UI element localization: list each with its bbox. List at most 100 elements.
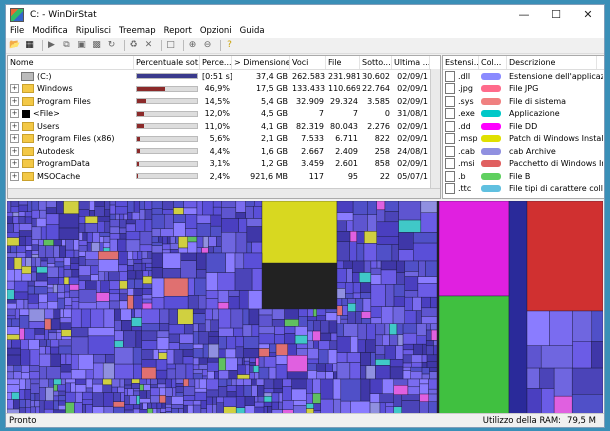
- refresh-all-icon[interactable]: ▦: [24, 40, 35, 51]
- menu-opzioni[interactable]: Opzioni: [196, 26, 236, 36]
- expand-icon[interactable]: +: [10, 109, 19, 119]
- ext-color-swatch: [481, 97, 501, 105]
- tree-row[interactable]: + MSOCache 2,4% 921,6 MB 117 95 22 05/07/1: [8, 170, 440, 183]
- ext-name: .cab: [458, 146, 475, 156]
- explorer-here-icon[interactable]: ▣: [76, 40, 87, 51]
- row-subdirs: 2.276: [367, 121, 390, 131]
- ext-row[interactable]: .sys File di sistema: [443, 95, 604, 108]
- row-name: Users: [37, 121, 60, 131]
- col-subtree-percent[interactable]: Percentuale sot...: [134, 56, 200, 69]
- tree-row[interactable]: (C:) [0:51 s] 37,4 GB 262.583 231.981 30.602 0…: [8, 70, 440, 83]
- col-size[interactable]: > Dimensione: [232, 56, 290, 69]
- zoom-in-icon[interactable]: ⊕: [187, 40, 198, 51]
- col-subdirs[interactable]: Sotto...: [360, 56, 392, 69]
- copy-path-icon[interactable]: ⧉: [61, 40, 72, 51]
- minimize-button[interactable]: —: [508, 5, 540, 24]
- properties-icon[interactable]: □: [165, 40, 176, 51]
- col-color[interactable]: Col...: [479, 56, 507, 69]
- ext-row[interactable]: .dll Estensione dell'applicazio: [443, 70, 604, 83]
- subtree-percent-bar: [136, 85, 198, 92]
- row-size: 2,1 GB: [261, 134, 288, 144]
- treemap-view[interactable]: [7, 201, 603, 414]
- col-name[interactable]: Nome: [8, 56, 134, 69]
- tree-row[interactable]: + ProgramData 3,1% 1,2 GB 3.459 2.601 858 02/09…: [8, 158, 440, 171]
- menu-guida[interactable]: Guida: [236, 26, 269, 36]
- expand-icon[interactable]: +: [10, 159, 19, 169]
- tree-vertical-scrollbar[interactable]: [430, 69, 440, 189]
- file-type-icon: [445, 70, 455, 82]
- tree-row[interactable]: + <File> 12,0% 4,5 GB 7 7 0 31/08/1: [8, 108, 440, 121]
- tree-row[interactable]: + Program Files 14,5% 5,4 GB 32.909 29.324 3.5…: [8, 95, 440, 108]
- menu-ripulisci[interactable]: Ripulisci: [72, 26, 115, 36]
- menu-modifica[interactable]: Modifica: [28, 26, 72, 36]
- extension-list[interactable]: Estensi... Col... Descrizione .dll Estens…: [442, 55, 604, 199]
- row-size: 17,5 GB: [255, 84, 288, 94]
- ext-row[interactable]: .dd File DD: [443, 120, 604, 133]
- open-icon[interactable]: 📂: [9, 40, 20, 51]
- close-button[interactable]: ✕: [572, 5, 604, 24]
- col-files[interactable]: File: [326, 56, 360, 69]
- row-last-change: 02/09/1: [397, 71, 428, 81]
- ext-description: Estensione dell'applicazio: [509, 71, 603, 81]
- ext-row[interactable]: .jpg File JPG: [443, 83, 604, 96]
- refresh-selected-icon[interactable]: ↻: [106, 40, 117, 51]
- col-items[interactable]: Voci: [290, 56, 326, 69]
- tree-row[interactable]: + Program Files (x86) 5,6% 2,1 GB 7.533 6.711…: [8, 133, 440, 146]
- ext-color-swatch: [481, 185, 501, 193]
- menu-file[interactable]: File: [6, 26, 28, 36]
- command-prompt-icon[interactable]: ▩: [91, 40, 102, 51]
- expand-icon[interactable]: +: [10, 171, 19, 181]
- row-size: 4,5 GB: [261, 109, 288, 119]
- ext-row[interactable]: .msi Pacchetto di Windows In: [443, 158, 604, 171]
- ext-row[interactable]: .b File B: [443, 170, 604, 183]
- folder-icon: [22, 121, 34, 131]
- tree-horizontal-scrollbar[interactable]: [8, 188, 440, 198]
- drive-icon: [21, 71, 34, 81]
- delete-icon[interactable]: ✕: [143, 40, 154, 51]
- folder-icon: [22, 146, 34, 156]
- row-size: 1,2 GB: [261, 159, 288, 169]
- ext-row[interactable]: .cab cab Archive: [443, 145, 604, 158]
- ext-color-swatch: [481, 135, 501, 143]
- treemap-canvas[interactable]: [7, 201, 603, 414]
- col-description[interactable]: Descrizione: [507, 56, 597, 69]
- expand-icon[interactable]: +: [10, 96, 19, 106]
- tree-row[interactable]: + Users 11,0% 4,1 GB 82.319 80.043 2.276 02/09/…: [8, 120, 440, 133]
- expand-icon[interactable]: +: [10, 84, 19, 94]
- tree-row[interactable]: + Autodesk 4,4% 1,6 GB 2.667 2.409 258 24/08/1: [8, 145, 440, 158]
- row-percent: [0:51 s]: [202, 71, 232, 81]
- menu-treemap[interactable]: Treemap: [115, 26, 160, 36]
- ext-header: Estensi... Col... Descrizione: [443, 56, 604, 70]
- ext-row[interactable]: .msp Patch di Windows Installe: [443, 133, 604, 146]
- row-name: ProgramData: [37, 159, 90, 169]
- toolbar-separator: [183, 40, 184, 51]
- directory-tree[interactable]: Nome Percentuale sot... Perce... > Dimen…: [7, 55, 441, 199]
- expand-icon[interactable]: +: [10, 146, 19, 156]
- col-last-change[interactable]: Ultima ...: [392, 56, 430, 69]
- maximize-button[interactable]: ☐: [540, 5, 572, 24]
- ext-row[interactable]: .exe Applicazione: [443, 108, 604, 121]
- row-files: 2.409: [335, 146, 358, 156]
- row-name: Program Files: [37, 96, 91, 106]
- tree-row[interactable]: + Windows 46,9% 17,5 GB 133.433 110.669 22.764…: [8, 83, 440, 96]
- row-files: 231.981: [328, 71, 360, 81]
- col-percent[interactable]: Perce...: [200, 56, 232, 69]
- row-items: 32.909: [296, 96, 324, 106]
- row-subdirs: 22.764: [362, 84, 390, 94]
- ext-description: File JPG: [509, 84, 539, 94]
- title-bar: C: - WinDirStat — ☐ ✕: [6, 5, 604, 24]
- expand-icon[interactable]: +: [10, 134, 19, 144]
- help-icon[interactable]: ?: [224, 40, 235, 51]
- file-type-icon: [445, 120, 455, 132]
- expand-icon[interactable]: +: [10, 121, 19, 131]
- row-items: 7.533: [301, 134, 324, 144]
- ext-description: File tipi di carattere colle: [509, 184, 603, 194]
- col-extension[interactable]: Estensi...: [443, 56, 479, 69]
- menu-report[interactable]: Report: [160, 26, 196, 36]
- ext-row[interactable]: .ttc File tipi di carattere colle: [443, 183, 604, 196]
- zoom-out-icon[interactable]: ⊖: [202, 40, 213, 51]
- recycle-bin-icon[interactable]: ♻: [128, 40, 139, 51]
- row-name: MSOCache: [37, 171, 81, 181]
- open-item-icon[interactable]: ▶: [46, 40, 57, 51]
- tree-header: Nome Percentuale sot... Perce... > Dimen…: [8, 56, 440, 70]
